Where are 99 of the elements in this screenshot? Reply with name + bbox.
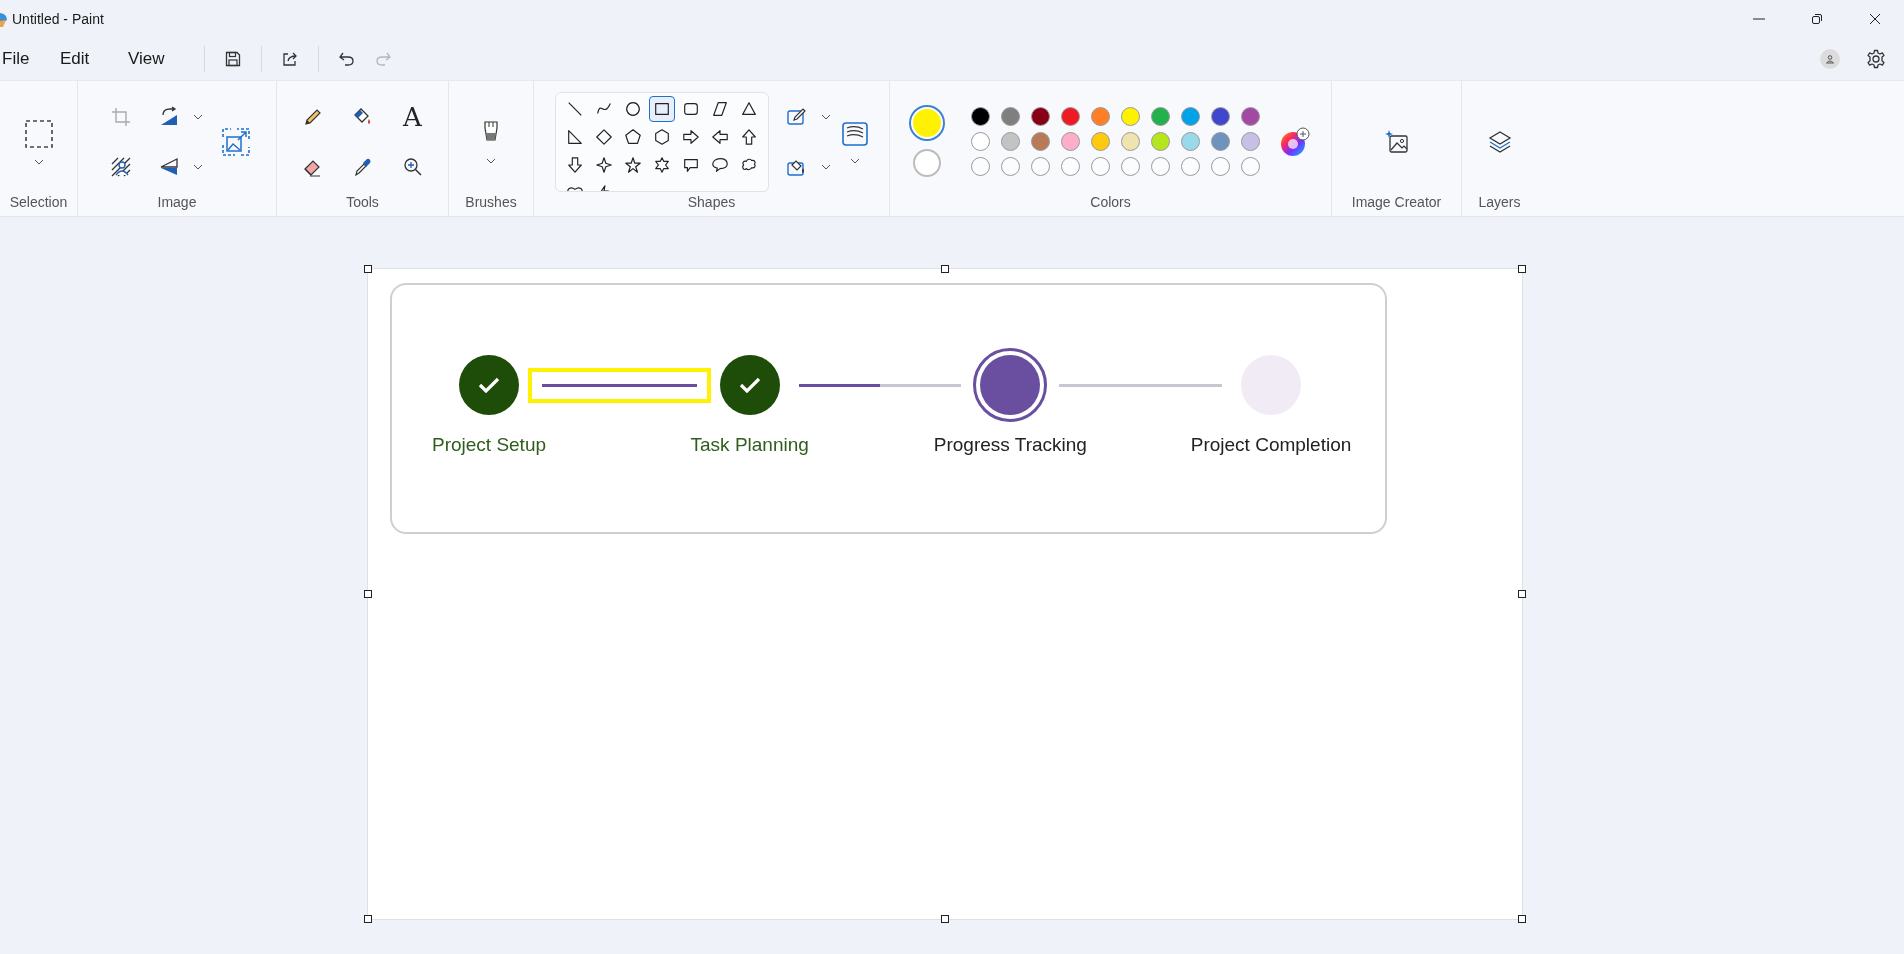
four-point-star-shape-icon — [594, 155, 613, 174]
color-swatch[interactable] — [1001, 107, 1020, 126]
step-label: Progress Tracking — [933, 434, 1087, 456]
color-swatch[interactable] — [1211, 107, 1230, 126]
menu-item[interactable]: File — [2, 43, 38, 75]
down-arrow-shape-icon — [565, 155, 584, 174]
oval-callout-shape-icon — [710, 155, 729, 174]
up-arrow-shape-icon — [739, 127, 758, 146]
text-tool[interactable]: A — [403, 103, 422, 130]
color-swatch[interactable] — [1091, 107, 1110, 126]
resize-handle[interactable] — [364, 590, 372, 598]
save-icon[interactable] — [224, 50, 242, 68]
chevron-down-icon[interactable] — [193, 163, 203, 170]
resize-handle[interactable] — [1518, 590, 1526, 598]
check-icon — [478, 377, 500, 393]
account-button[interactable] — [1820, 49, 1840, 69]
flip-icon[interactable] — [158, 155, 180, 178]
menu-item[interactable]: Edit — [60, 43, 106, 75]
color-swatch[interactable] — [1151, 132, 1170, 151]
color-swatch[interactable] — [1121, 132, 1140, 151]
resize-handle[interactable] — [941, 915, 949, 923]
group-label: Shapes — [687, 194, 736, 210]
active-step-dot — [980, 355, 1041, 415]
zoom-in-icon[interactable] — [401, 155, 424, 178]
share-icon[interactable] — [281, 50, 299, 68]
resize-handle[interactable] — [364, 915, 372, 923]
empty-color-slot[interactable] — [1241, 157, 1260, 176]
color-swatch[interactable] — [971, 107, 990, 126]
resize-image-icon[interactable] — [221, 126, 251, 157]
remove-background-icon[interactable] — [110, 155, 132, 178]
color-swatch[interactable] — [1151, 107, 1170, 126]
left-arrow-shape-icon — [710, 127, 729, 146]
paint-app-icon — [0, 11, 8, 27]
undo-icon[interactable] — [338, 50, 356, 68]
color-swatch[interactable] — [1061, 107, 1080, 126]
color-swatch[interactable] — [1241, 107, 1260, 126]
polygon-shape-icon — [710, 99, 729, 118]
six-point-star-shape-icon — [652, 155, 671, 174]
color-swatch[interactable] — [1091, 132, 1110, 151]
close-icon[interactable] — [1869, 13, 1881, 25]
chevron-down-icon[interactable] — [820, 113, 831, 120]
line-size-icon[interactable] — [840, 119, 869, 148]
color-swatch[interactable] — [1061, 132, 1080, 151]
chevron-down-icon[interactable] — [33, 158, 44, 165]
step-label: Project Completion — [1190, 434, 1352, 456]
color-swatch[interactable] — [1181, 132, 1200, 151]
empty-color-slot[interactable] — [1061, 157, 1080, 176]
chevron-down-icon[interactable] — [486, 157, 496, 164]
menu-item[interactable]: View — [128, 43, 174, 75]
color-swatch[interactable] — [1241, 132, 1260, 151]
color-swatch[interactable] — [1031, 107, 1050, 126]
chevron-down-icon[interactable] — [820, 163, 831, 170]
color-swatch[interactable] — [1031, 132, 1050, 151]
resize-handle[interactable] — [1518, 265, 1526, 273]
group-label: Brushes — [465, 194, 517, 210]
group-label: Colors — [1090, 194, 1131, 210]
hexagon-shape-icon — [652, 127, 671, 146]
color-swatch[interactable] — [1121, 107, 1140, 126]
check-icon — [738, 377, 761, 393]
selection-icon[interactable] — [23, 118, 54, 149]
triangle-shape-icon — [739, 99, 758, 118]
primary-color[interactable] — [911, 106, 943, 139]
right-triangle-shape-icon — [565, 127, 584, 146]
step-label: Project Setup — [431, 434, 547, 456]
color-swatch[interactable] — [1001, 132, 1020, 151]
secondary-color[interactable] — [913, 148, 941, 177]
group-label: Selection — [9, 194, 68, 210]
five-point-star-shape-icon — [623, 155, 642, 174]
right-arrow-shape-icon — [681, 127, 700, 146]
color-wheel-icon[interactable] — [1280, 126, 1310, 157]
settings-icon[interactable] — [1866, 49, 1886, 69]
empty-color-slot[interactable] — [1091, 157, 1110, 176]
chevron-down-icon[interactable] — [849, 157, 860, 164]
group-label: Image — [157, 194, 197, 210]
empty-color-slot[interactable] — [1181, 157, 1200, 176]
empty-color-slot[interactable] — [1211, 157, 1230, 176]
oval-shape-icon — [623, 99, 642, 118]
group-label: Layers — [1478, 194, 1521, 210]
color-swatch[interactable] — [1181, 107, 1200, 126]
group-label: Tools — [346, 194, 379, 210]
diamond-shape-icon — [594, 127, 613, 146]
window-title: Untitled - Paint — [12, 11, 104, 27]
person-icon — [1825, 54, 1835, 64]
resize-handle[interactable] — [941, 265, 949, 273]
group-label: Image Creator — [1351, 194, 1442, 210]
color-swatch[interactable] — [971, 132, 990, 151]
empty-color-slot[interactable] — [1031, 157, 1050, 176]
chevron-down-icon[interactable] — [193, 113, 203, 120]
pentagon-shape-icon — [623, 127, 642, 146]
restore-icon[interactable] — [1811, 13, 1823, 25]
empty-color-slot[interactable] — [971, 157, 990, 176]
empty-color-slot[interactable] — [1151, 157, 1170, 176]
empty-color-slot[interactable] — [1121, 157, 1140, 176]
color-swatch[interactable] — [1211, 132, 1230, 151]
resize-handle[interactable] — [1518, 915, 1526, 923]
shape-option[interactable] — [648, 95, 675, 122]
empty-color-slot[interactable] — [1001, 157, 1020, 176]
resize-handle[interactable] — [364, 265, 372, 273]
step-label: Task Planning — [690, 434, 809, 456]
